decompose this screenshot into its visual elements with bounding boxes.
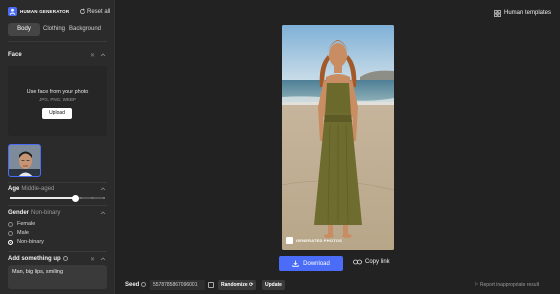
radio-label: Non-binary: [17, 239, 44, 245]
app-title: HUMAN GENERATOR: [20, 9, 70, 14]
shuffle-icon: ⟳: [249, 281, 254, 288]
seed-text: Seed: [125, 282, 140, 289]
download-icon: [292, 260, 299, 267]
upload-title: Use face from your photo: [26, 89, 89, 95]
tab-background[interactable]: Background: [68, 23, 102, 36]
gender-option-female[interactable]: Female: [8, 220, 35, 228]
chevron-up-icon[interactable]: [100, 210, 106, 216]
age-slider-ticks: [10, 197, 105, 199]
age-slider-tick: [33, 197, 36, 199]
age-slider-tick: [79, 197, 82, 199]
gender-title: Gender: [8, 210, 30, 216]
download-label: Download: [303, 260, 330, 267]
chevron-up-icon[interactable]: [100, 52, 106, 58]
radio-label: Male: [17, 230, 29, 236]
radio-male[interactable]: [8, 230, 13, 236]
generated-photos-badge: GENERATED PHOTOS: [286, 237, 342, 244]
badge-text: GENERATED PHOTOS: [296, 238, 342, 243]
radio-non-binary[interactable]: [8, 239, 13, 245]
divider: [8, 182, 107, 183]
copy-link-label: Copy link: [365, 259, 390, 265]
prompt-input[interactable]: Man, big lips, smiling: [8, 265, 107, 289]
download-button[interactable]: Download: [279, 256, 343, 271]
copy-seed-icon[interactable]: [208, 281, 214, 288]
info-icon[interactable]: [141, 282, 147, 287]
app-logo-icon: [8, 7, 17, 16]
report-label: Report inappropriate result: [479, 282, 540, 288]
seed-label: Seed: [125, 282, 147, 289]
gender-section-title: Gender Non-binary: [8, 210, 60, 216]
age-slider-tick: [10, 197, 12, 199]
age-title: Age: [8, 186, 20, 192]
flag-icon: ⚐: [474, 282, 479, 288]
face-section-title: Face: [8, 52, 22, 58]
report-link[interactable]: ⚐ Report inappropriate result: [474, 282, 539, 288]
tab-clothing[interactable]: Clothing: [42, 23, 66, 36]
tab-body[interactable]: Body: [8, 23, 40, 36]
radio-label: Female: [17, 221, 36, 227]
age-value: Middle-aged: [21, 186, 55, 192]
copy-link-button[interactable]: Copy link: [353, 259, 390, 265]
radio-female[interactable]: [8, 221, 13, 227]
reset-all-button[interactable]: Reset all: [87, 9, 110, 15]
upload-button[interactable]: Upload: [42, 108, 72, 119]
generated-photo: GENERATED PHOTOS: [282, 25, 394, 250]
age-slider-tick: [91, 197, 94, 199]
divider: [8, 41, 107, 42]
divider: [8, 251, 107, 252]
chevron-up-icon[interactable]: [100, 256, 106, 262]
reset-icon[interactable]: [79, 8, 86, 15]
divider: [8, 205, 107, 206]
age-section-title: Age Middle-aged: [8, 186, 54, 192]
age-slider-tick: [21, 197, 24, 199]
face-upload-dropzone[interactable]: Use face from your photo JPG, PNG, WEBP …: [8, 66, 107, 136]
clear-prompt-icon[interactable]: ✕: [90, 256, 95, 263]
add-something-label: Add something up: [8, 256, 61, 263]
face-thumbnail[interactable]: [8, 144, 41, 177]
age-slider-tick: [103, 197, 105, 199]
randomize-label: Randomize: [221, 281, 248, 288]
human-templates-button[interactable]: Human templates: [504, 10, 551, 16]
sidebar-header: HUMAN GENERATOR Reset all: [0, 0, 115, 22]
randomize-button[interactable]: Randomize ⟳: [218, 279, 257, 290]
info-icon[interactable]: [62, 256, 68, 261]
update-button[interactable]: Update: [262, 279, 285, 290]
chevron-up-icon[interactable]: [100, 186, 106, 192]
age-slider-tick: [56, 197, 59, 199]
link-icon: [353, 259, 362, 265]
age-slider-tick: [68, 197, 71, 199]
sidebar: HUMAN GENERATOR Reset all Body Clothing …: [0, 0, 115, 294]
grid-icon[interactable]: [494, 10, 501, 17]
gender-option-non-binary[interactable]: Non-binary: [8, 238, 44, 246]
gender-value: Non-binary: [31, 210, 61, 216]
tab-bar: Body Clothing Background: [8, 23, 111, 36]
upload-formats: JPG, PNG, WEBP: [39, 97, 76, 102]
clear-face-icon[interactable]: ✕: [90, 52, 95, 59]
gender-option-male[interactable]: Male: [8, 229, 29, 237]
age-slider-tick: [44, 197, 47, 199]
add-something-title: Add something up: [8, 256, 68, 262]
seed-input[interactable]: 5578785867096001: [150, 279, 205, 290]
generated-photos-logo-icon: [286, 237, 293, 244]
